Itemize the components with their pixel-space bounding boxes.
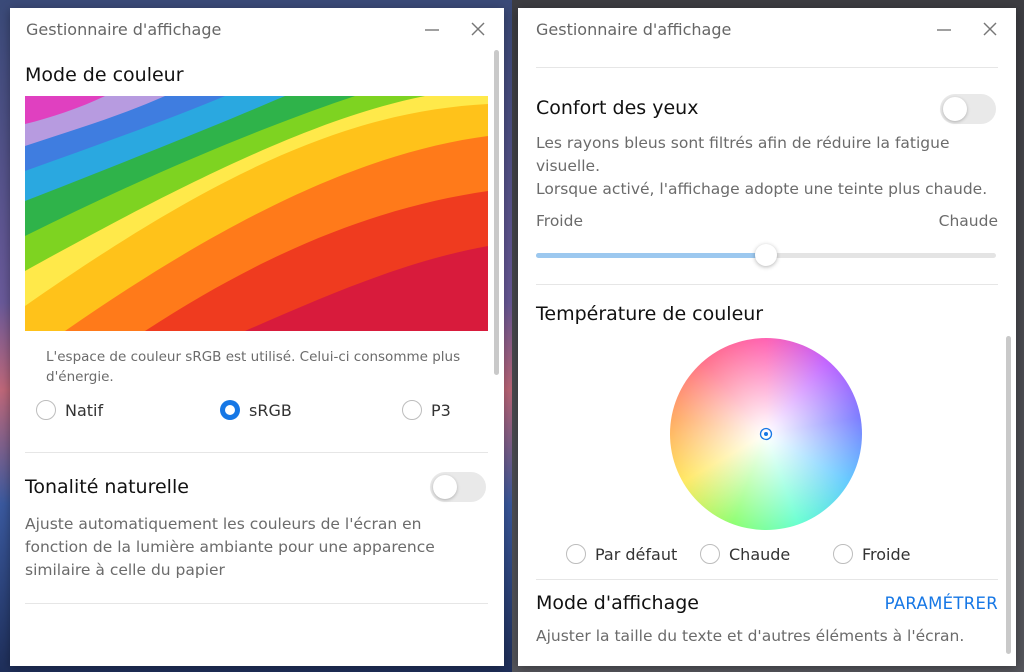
slider-min-label: Froide xyxy=(536,212,583,230)
divider xyxy=(25,452,488,453)
radio-srgb[interactable]: sRGB xyxy=(220,400,292,420)
close-icon xyxy=(471,22,485,36)
scrollbar[interactable] xyxy=(1006,336,1011,654)
warmth-slider[interactable] xyxy=(536,244,996,268)
divider xyxy=(25,603,488,604)
toggle-knob xyxy=(943,97,967,121)
scrollbar[interactable] xyxy=(494,50,499,375)
close-icon xyxy=(983,22,997,36)
natural-tone-title: Tonalité naturelle xyxy=(25,476,189,498)
divider xyxy=(536,284,998,285)
close-button[interactable] xyxy=(976,16,1004,42)
color-temperature-title: Température de couleur xyxy=(536,303,764,325)
radio-chaude[interactable]: Chaude xyxy=(700,544,790,564)
radio-circle-selected xyxy=(220,400,240,420)
slider-thumb[interactable] xyxy=(755,244,777,266)
radio-label: Chaude xyxy=(729,544,791,564)
radio-circle xyxy=(402,400,422,420)
minimize-icon xyxy=(425,29,439,31)
minimize-button[interactable] xyxy=(930,16,958,42)
radio-label: Natif xyxy=(65,400,104,420)
color-mode-title: Mode de couleur xyxy=(25,64,184,86)
radio-label: Par défaut xyxy=(595,544,678,564)
radio-p3[interactable]: P3 xyxy=(402,400,451,420)
natural-tone-description: Ajuste automatiquement les couleurs de l… xyxy=(25,515,435,579)
display-mode-settings-link[interactable]: PARAMÉTRER xyxy=(885,594,998,613)
window-title: Gestionnaire d'affichage xyxy=(536,20,732,39)
divider xyxy=(536,579,998,580)
radio-label: sRGB xyxy=(249,400,292,420)
radio-circle xyxy=(700,544,720,564)
color-mode-description: L'espace de couleur sRGB est utilisé. Ce… xyxy=(46,349,461,385)
radio-circle xyxy=(566,544,586,564)
title-bar: Gestionnaire d'affichage xyxy=(10,8,504,50)
display-mode-description: Ajuster la taille du texte et d'autres é… xyxy=(536,627,965,645)
window-title: Gestionnaire d'affichage xyxy=(26,20,222,39)
minimize-icon xyxy=(937,29,951,31)
divider xyxy=(536,67,998,68)
color-mode-preview-image xyxy=(25,96,488,331)
display-mode-title: Mode d'affichage xyxy=(536,592,699,614)
display-manager-window-left: Gestionnaire d'affichage Mode de couleur… xyxy=(10,8,504,666)
eye-comfort-title: Confort des yeux xyxy=(536,97,699,119)
radio-par-defaut[interactable]: Par défaut xyxy=(566,544,677,564)
radio-label: Froide xyxy=(862,544,911,564)
minimize-button[interactable] xyxy=(418,16,446,42)
radio-froide[interactable]: Froide xyxy=(833,544,911,564)
eye-comfort-note: Lorsque activé, l'affichage adopte une t… xyxy=(536,180,988,198)
eye-comfort-description: Les rayons bleus sont filtrés afin de ré… xyxy=(536,134,950,175)
display-manager-window-right: Gestionnaire d'affichage Confort des yeu… xyxy=(518,8,1016,666)
crosshair-icon[interactable] xyxy=(759,427,773,441)
close-button[interactable] xyxy=(464,16,492,42)
radio-circle xyxy=(833,544,853,564)
slider-max-label: Chaude xyxy=(938,212,998,230)
radio-natif[interactable]: Natif xyxy=(36,400,103,420)
color-temperature-wheel[interactable] xyxy=(670,338,862,530)
natural-tone-toggle[interactable] xyxy=(430,472,486,502)
eye-comfort-toggle[interactable] xyxy=(940,94,996,124)
toggle-knob xyxy=(433,475,457,499)
radio-label: P3 xyxy=(431,400,451,420)
title-bar: Gestionnaire d'affichage xyxy=(518,8,1016,50)
radio-circle xyxy=(36,400,56,420)
slider-fill xyxy=(536,253,766,258)
